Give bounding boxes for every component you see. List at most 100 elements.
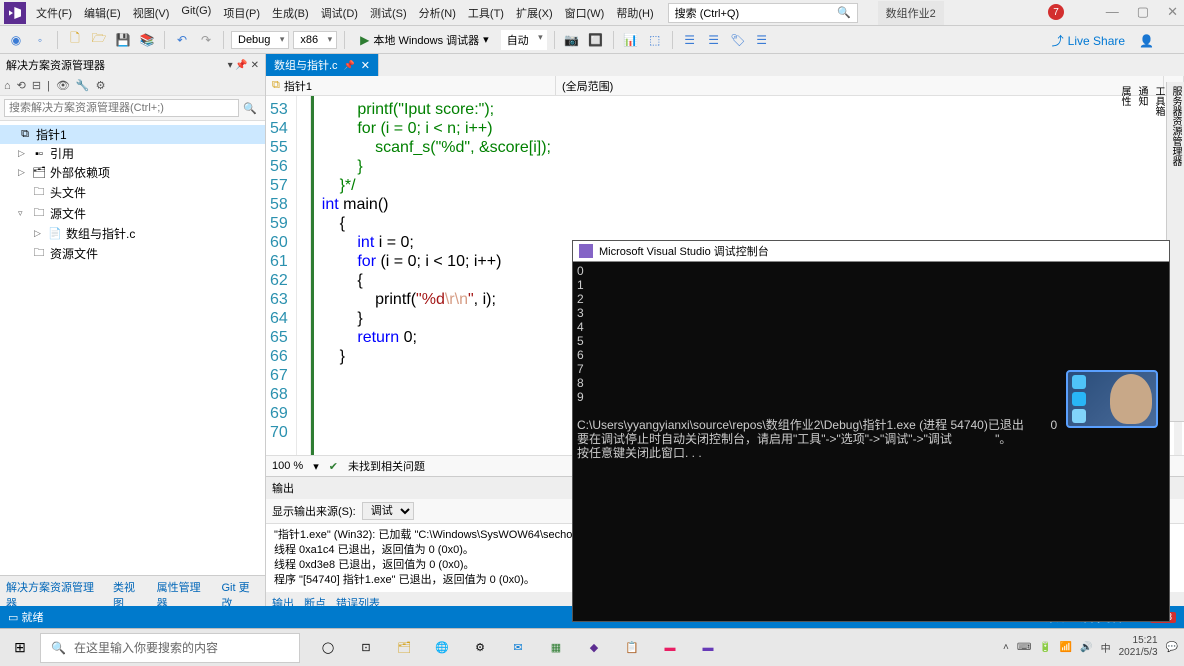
redo-icon[interactable]: ↷ <box>196 30 216 50</box>
project-icon: ⧉ <box>272 79 280 92</box>
menu-item[interactable]: 调试(D) <box>315 1 364 25</box>
account-icon[interactable]: 👤 <box>1139 34 1154 48</box>
home-icon[interactable]: ⌂ <box>4 80 11 92</box>
floating-overlay-widget[interactable] <box>1066 370 1158 428</box>
solution-name-label: 数组作业2 <box>878 1 944 25</box>
global-search-input[interactable]: 搜索 (Ctrl+Q) 🔍 <box>668 3 858 23</box>
ok-icon: ✔ <box>329 460 338 473</box>
live-share-icon: ⤴ <box>1052 32 1064 49</box>
tree-item[interactable]: 🗀头文件 <box>0 182 265 203</box>
menu-item[interactable]: 视图(V) <box>127 1 176 25</box>
tree-item[interactable]: ⧉指针1 <box>0 125 265 144</box>
show-all-icon[interactable]: 👁 <box>56 79 70 92</box>
vs-taskbar-icon[interactable]: ◆ <box>576 632 612 664</box>
menu-item[interactable]: 编辑(E) <box>78 1 127 25</box>
dropdown-icon[interactable]: ▾ <box>228 60 233 71</box>
config-combo[interactable]: Debug <box>231 31 289 49</box>
tray-lang-icon[interactable]: 中 <box>1101 640 1111 655</box>
app-icon-2[interactable]: 📋 <box>614 632 650 664</box>
menu-item[interactable]: Git(G) <box>175 1 217 25</box>
menu-item[interactable]: 测试(S) <box>364 1 413 25</box>
output-source-select[interactable]: 调试 <box>362 502 414 520</box>
tb-icon-2[interactable]: 🔲 <box>586 30 606 50</box>
menu-item[interactable]: 窗口(W) <box>559 1 611 25</box>
nav-scope-combo[interactable]: (全局范围) <box>556 76 1164 95</box>
maximize-button[interactable]: ▢ <box>1137 4 1149 20</box>
save-icon[interactable]: 💾 <box>113 30 133 50</box>
explorer-icon[interactable]: 🗂 <box>386 632 422 664</box>
bookmark-icon[interactable]: 🏷 <box>728 30 748 50</box>
sync-icon[interactable]: ⟲ <box>17 79 26 92</box>
tray-ime-icon[interactable]: ⌨ <box>1017 642 1031 653</box>
overlay-btn2-icon[interactable] <box>1072 392 1086 406</box>
menu-item[interactable]: 工具(T) <box>462 1 510 25</box>
search-glass-icon[interactable]: 🔍 <box>239 102 261 115</box>
props-icon[interactable]: ⚙ <box>96 79 106 92</box>
menu-item[interactable]: 项目(P) <box>217 1 266 25</box>
notification-badge[interactable]: 7 <box>1048 4 1064 20</box>
tray-up-icon[interactable]: ˄ <box>1003 642 1009 653</box>
menu-item[interactable]: 扩展(X) <box>510 1 559 25</box>
cortana-circle-icon[interactable]: ⊡ <box>348 632 384 664</box>
save-all-icon[interactable]: 📚 <box>137 30 157 50</box>
indent-icon[interactable]: ☰ <box>680 30 700 50</box>
tree-item[interactable]: 🗀资源文件 <box>0 243 265 264</box>
undo-icon[interactable]: ↶ <box>172 30 192 50</box>
menu-item[interactable]: 文件(F) <box>30 1 78 25</box>
overlay-btn1-icon[interactable] <box>1072 375 1086 389</box>
main-toolbar: ◉ ◦ 🗋 🗁 💾 📚 ↶ ↷ Debug x86 ▶ 本地 Windows 调… <box>0 26 1184 54</box>
tree-item[interactable]: ▷📄数组与指针.c <box>0 224 265 243</box>
solution-search-input[interactable] <box>4 99 239 117</box>
tb-icon-1[interactable]: 📷 <box>562 30 582 50</box>
tb-icon-4[interactable]: ⬚ <box>645 30 665 50</box>
tb-icon-3[interactable]: 📊 <box>621 30 641 50</box>
panel-close-icon[interactable]: ✕ <box>251 60 259 71</box>
app-icon-1[interactable]: ▦ <box>538 632 574 664</box>
nav-back-icon[interactable]: ◉ <box>6 30 26 50</box>
edge-icon[interactable]: 🌐 <box>424 632 460 664</box>
taskbar-search[interactable]: 🔍 在这里输入你要搜索的内容 <box>40 633 300 663</box>
platform-combo[interactable]: x86 <box>293 31 337 49</box>
tray-battery-icon[interactable]: 🔋 <box>1039 642 1051 653</box>
tray-volume-icon[interactable]: 🔊 <box>1080 642 1092 653</box>
close-button[interactable]: ✕ <box>1167 4 1178 20</box>
nav-fwd-icon[interactable]: ◦ <box>30 30 50 50</box>
open-icon[interactable]: 🗁 <box>89 30 109 50</box>
app-icon-4[interactable]: ▬ <box>690 632 726 664</box>
tree-item[interactable]: ▷🗂外部依赖项 <box>0 163 265 182</box>
start-button[interactable]: ⊞ <box>0 639 40 656</box>
menu-item[interactable]: 分析(N) <box>413 1 462 25</box>
debug-console-window[interactable]: Microsoft Visual Studio 调试控制台 0 1 2 3 4 … <box>572 240 1170 622</box>
auto-combo[interactable]: 自动 <box>501 30 547 50</box>
pin-icon[interactable]: 📌 <box>344 60 355 71</box>
overlay-btn3-icon[interactable] <box>1072 409 1086 423</box>
menu-item[interactable]: 帮助(H) <box>610 1 659 25</box>
action-center-icon[interactable]: 💬 <box>1166 642 1178 653</box>
settings-icon[interactable]: ⚙ <box>462 632 498 664</box>
comment-icon[interactable]: ☰ <box>752 30 772 50</box>
nav-project-combo[interactable]: ⧉ 指针1 <box>266 76 556 95</box>
app-icon-3[interactable]: ▬ <box>652 632 688 664</box>
cortana-icon: 🔍 <box>51 641 66 655</box>
console-icon <box>579 244 593 258</box>
document-tab[interactable]: 数组与指针.c📌✕ <box>266 54 379 76</box>
mail-icon[interactable]: ✉ <box>500 632 536 664</box>
console-output: 0 1 2 3 4 5 6 7 8 9 C:\Users\yyangyianxi… <box>573 262 1169 462</box>
tree-item[interactable]: ▿🗀源文件 <box>0 203 265 224</box>
outdent-icon[interactable]: ☰ <box>704 30 724 50</box>
run-button[interactable]: ▶ 本地 Windows 调试器 ▾ <box>352 30 497 50</box>
tree-item[interactable]: ▷▪▫引用 <box>0 144 265 163</box>
pin-icon[interactable]: 📌 <box>235 60 247 71</box>
collapse-icon[interactable]: ⊟ <box>32 79 41 92</box>
live-share-button[interactable]: ⤴ Live Share 👤 <box>1052 32 1154 49</box>
close-tab-icon[interactable]: ✕ <box>361 59 370 72</box>
zoom-combo[interactable]: 100 % <box>272 460 303 472</box>
wrench-icon[interactable]: 🔧 <box>76 79 90 92</box>
new-file-icon[interactable]: 🗋 <box>65 30 85 50</box>
tray-wifi-icon[interactable]: 📶 <box>1060 642 1072 653</box>
solution-explorer-title: 解决方案资源管理器 <box>6 57 105 73</box>
menu-item[interactable]: 生成(B) <box>266 1 315 25</box>
task-view-icon[interactable]: ◯ <box>310 632 346 664</box>
taskbar-clock[interactable]: 15:212021/5/3 <box>1119 635 1158 659</box>
minimize-button[interactable]: — <box>1106 4 1119 20</box>
